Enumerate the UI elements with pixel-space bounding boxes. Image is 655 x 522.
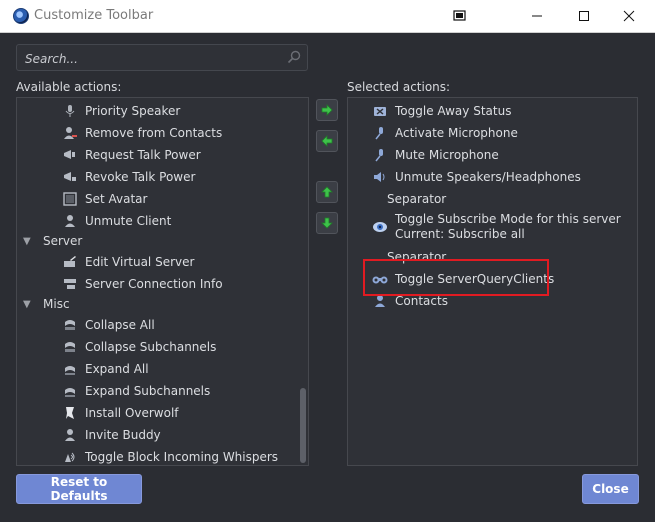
arrow-down-icon [321, 217, 333, 229]
list-item[interactable]: Toggle ServerQueryClients [372, 268, 554, 290]
list-item[interactable]: Invite Buddy [62, 424, 161, 446]
close-window-button[interactable] [607, 0, 651, 32]
overwolf-icon [62, 405, 78, 421]
list-item[interactable]: Remove from Contacts [62, 122, 222, 144]
group-server[interactable]: ▼ Server [23, 231, 82, 251]
chevron-down-icon[interactable]: ▼ [23, 299, 33, 310]
window-title: Customize Toolbar [34, 8, 154, 23]
contacts-icon [372, 293, 388, 309]
mic-mute-icon [372, 147, 388, 163]
expand-all-icon [62, 361, 78, 377]
list-item[interactable]: Server Connection Info [62, 273, 223, 295]
move-up-button[interactable] [316, 181, 338, 203]
list-item[interactable]: Toggle Block Incoming Whispers [62, 446, 278, 465]
contact-remove-icon [62, 125, 78, 141]
list-item[interactable]: Toggle Subscribe Mode for this server Cu… [372, 209, 621, 245]
megaphone-up-icon [62, 147, 78, 163]
reset-defaults-button[interactable]: Reset to Defaults [16, 474, 142, 504]
minimize-button[interactable] [515, 0, 559, 32]
search-box [16, 44, 308, 71]
away-icon [372, 103, 388, 119]
avatar-icon [62, 191, 78, 207]
expand-sub-icon [62, 383, 78, 399]
list-item[interactable]: Collapse All [62, 314, 155, 336]
maximize-icon [579, 11, 589, 21]
minimize-icon [532, 15, 542, 17]
list-item[interactable]: Mute Microphone [372, 144, 499, 166]
list-item[interactable]: Contacts [372, 290, 448, 312]
arrow-left-icon [321, 135, 333, 147]
mic-star-icon [62, 103, 78, 119]
help-window-icon [453, 10, 466, 21]
megaphone-down-icon [62, 169, 78, 185]
arrow-up-icon [321, 186, 333, 198]
binoculars-icon [372, 271, 388, 287]
teamspeak-logo-icon [13, 8, 29, 24]
selected-actions-label: Selected actions: [347, 80, 451, 94]
list-item[interactable]: Install Overwolf [62, 402, 179, 424]
available-actions-label: Available actions: [16, 80, 122, 94]
list-item[interactable]: Unmute Client [62, 210, 171, 232]
scrollbar-thumb[interactable] [300, 388, 306, 463]
available-actions-list[interactable]: Priority Speaker Remove from Contacts Re… [16, 97, 309, 466]
mic-icon [372, 125, 388, 141]
list-item[interactable]: Set Avatar [62, 188, 147, 210]
server-edit-icon [62, 254, 78, 270]
whisper-block-icon [62, 449, 78, 465]
separator-item[interactable]: Separator [387, 246, 446, 268]
list-item[interactable]: Activate Microphone [372, 122, 518, 144]
search-input[interactable] [23, 48, 277, 69]
separator-item[interactable]: Separator [387, 188, 446, 210]
search-icon[interactable] [287, 50, 301, 64]
collapse-sub-icon [62, 339, 78, 355]
help-button[interactable] [438, 0, 482, 32]
list-item[interactable]: Revoke Talk Power [62, 166, 195, 188]
server-info-icon [62, 276, 78, 292]
list-item[interactable]: Unmute Speakers/Headphones [372, 166, 581, 188]
speaker-unmute-icon [372, 169, 388, 185]
invite-buddy-icon [62, 427, 78, 443]
chevron-down-icon[interactable]: ▼ [23, 236, 33, 247]
list-item[interactable]: Request Talk Power [62, 144, 201, 166]
list-item[interactable]: Priority Speaker [62, 100, 180, 122]
maximize-button[interactable] [562, 0, 606, 32]
list-item[interactable]: Expand All [62, 358, 149, 380]
move-down-button[interactable] [316, 212, 338, 234]
add-action-button[interactable] [316, 99, 338, 121]
eye-icon [372, 219, 388, 235]
close-button[interactable]: Close [582, 474, 639, 504]
list-item[interactable]: Toggle Away Status [372, 100, 511, 122]
group-misc[interactable]: ▼ Misc [23, 294, 70, 314]
close-icon [623, 10, 635, 22]
remove-action-button[interactable] [316, 130, 338, 152]
list-item[interactable]: Expand Subchannels [62, 380, 210, 402]
selected-actions-list[interactable]: Toggle Away Status Activate Microphone M… [347, 97, 638, 466]
collapse-all-icon [62, 317, 78, 333]
title-bar: Customize Toolbar [0, 0, 655, 33]
user-unmute-icon [62, 213, 78, 229]
list-item[interactable]: Collapse Subchannels [62, 336, 216, 358]
arrow-right-icon [321, 104, 333, 116]
list-item[interactable]: Edit Virtual Server [62, 251, 194, 273]
